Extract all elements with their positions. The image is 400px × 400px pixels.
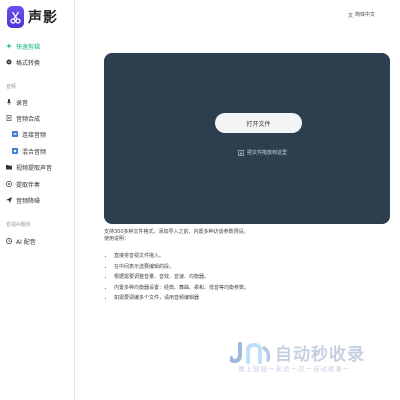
send-icon [6, 197, 12, 203]
intro-text: 支持300多种文件格式，添加导入之前，内置多种访谈参数预设。 [104, 229, 249, 235]
mix-icon [12, 148, 18, 154]
watermark: 自动秒收录 做上链接一来访一次一自动收录一 [228, 340, 393, 380]
link-icon [12, 131, 18, 137]
sidebar-item-connect-audio[interactable]: 连接音频 [0, 128, 74, 140]
watermark-title: 自动秒收录 [275, 345, 365, 365]
usage-title: 使用说明： [104, 236, 130, 242]
sidebar-item-record[interactable]: 录音 [0, 96, 74, 108]
sidebar-item-mix-audio[interactable]: 混合音频 [0, 145, 74, 157]
sidebar-item-audio-merge[interactable]: 音频合成 [0, 112, 74, 124]
sparkle-icon [6, 43, 12, 49]
app-window: 声影 快速剪辑 格式转换 音频 录音 音频合成 连接音频 混合音频 视频提取声音… [0, 0, 400, 400]
sidebar-item-label: 混合音频 [22, 148, 47, 156]
sidebar-section-ai-services: 音视AI服务 [6, 222, 31, 228]
upload-dropzone[interactable]: 打开文件 把文件拖放到这里 [104, 53, 390, 224]
accompany-icon [6, 181, 12, 187]
language-label: 简体中文 [355, 12, 376, 18]
language-switcher[interactable]: 文 简体中文 [348, 11, 376, 19]
sidebar-item-video-extract-audio[interactable]: 视频提取声音 [0, 161, 74, 173]
sidebar-item-label: 提取伴奏 [16, 181, 41, 189]
usage-steps: 直接将音视文件拖入。 在中间表示选要编辑的段。 根据需要调整音量、音效、音速、均… [104, 251, 384, 304]
sidebar-item-label: 录音 [16, 99, 29, 107]
list-item: 如需要调编多个文件，请用音频编辑器 [114, 293, 384, 304]
watermark-logo-icon [230, 342, 271, 364]
list-item: 内置多种均衡器设置：经典、舞曲、柔和、低音等均衡参数。 [114, 283, 384, 294]
sidebar-item-format-convert[interactable]: 格式转换 [0, 56, 74, 68]
folder-icon [6, 164, 12, 170]
open-file-button[interactable]: 打开文件 [215, 113, 302, 133]
sidebar-item-label: 快速剪辑 [16, 43, 41, 51]
sidebar-section-audio: 音频 [6, 84, 17, 90]
list-item: 根据需要调整音量、音效、音速、均衡器。 [114, 272, 384, 283]
sidebar-item-ai-dubbing[interactable]: AI 配音 [0, 235, 74, 247]
sidebar-item-label: 视频提取声音 [16, 164, 53, 172]
translate-icon: 文 [348, 12, 354, 19]
sidebar-item-label: 格式转换 [16, 59, 41, 67]
scissors-logo-icon [7, 6, 24, 28]
svg-text:文: 文 [348, 12, 353, 18]
list-item: 在中间表示选要编辑的段。 [114, 262, 384, 273]
sidebar-item-label: AI 配音 [16, 238, 36, 246]
file-icon [6, 115, 12, 121]
sidebar-item-quick-edit[interactable]: 快速剪辑 [0, 40, 74, 52]
list-item: 直接将音视文件拖入。 [114, 251, 384, 262]
sidebar-item-extract-accompaniment[interactable]: 提取伴奏 [0, 178, 74, 190]
sidebar-item-label: 连接音频 [22, 131, 47, 139]
drag-file-icon [238, 149, 244, 156]
sidebar-item-label: 音频降噪 [16, 197, 41, 205]
convert-icon [6, 59, 12, 65]
drop-hint: 把文件拖放到这里 [238, 149, 287, 156]
logo[interactable]: 声影 [7, 6, 58, 28]
usage-info: 支持300多种文件格式，添加导入之前，内置多种访谈参数预设。 使用说明： 直接将… [104, 229, 384, 304]
sidebar-item-noise-reduction[interactable]: 音频降噪 [0, 194, 74, 206]
ai-icon [6, 238, 12, 244]
microphone-icon [6, 99, 12, 105]
sidebar-item-label: 音频合成 [16, 115, 41, 123]
drop-hint-label: 把文件拖放到这里 [247, 150, 288, 156]
app-name: 声影 [28, 10, 58, 26]
watermark-slogan: 做上链接一来访一次一自动收录一 [238, 365, 351, 373]
sidebar: 声影 快速剪辑 格式转换 音频 录音 音频合成 连接音频 混合音频 视频提取声音… [0, 0, 75, 400]
